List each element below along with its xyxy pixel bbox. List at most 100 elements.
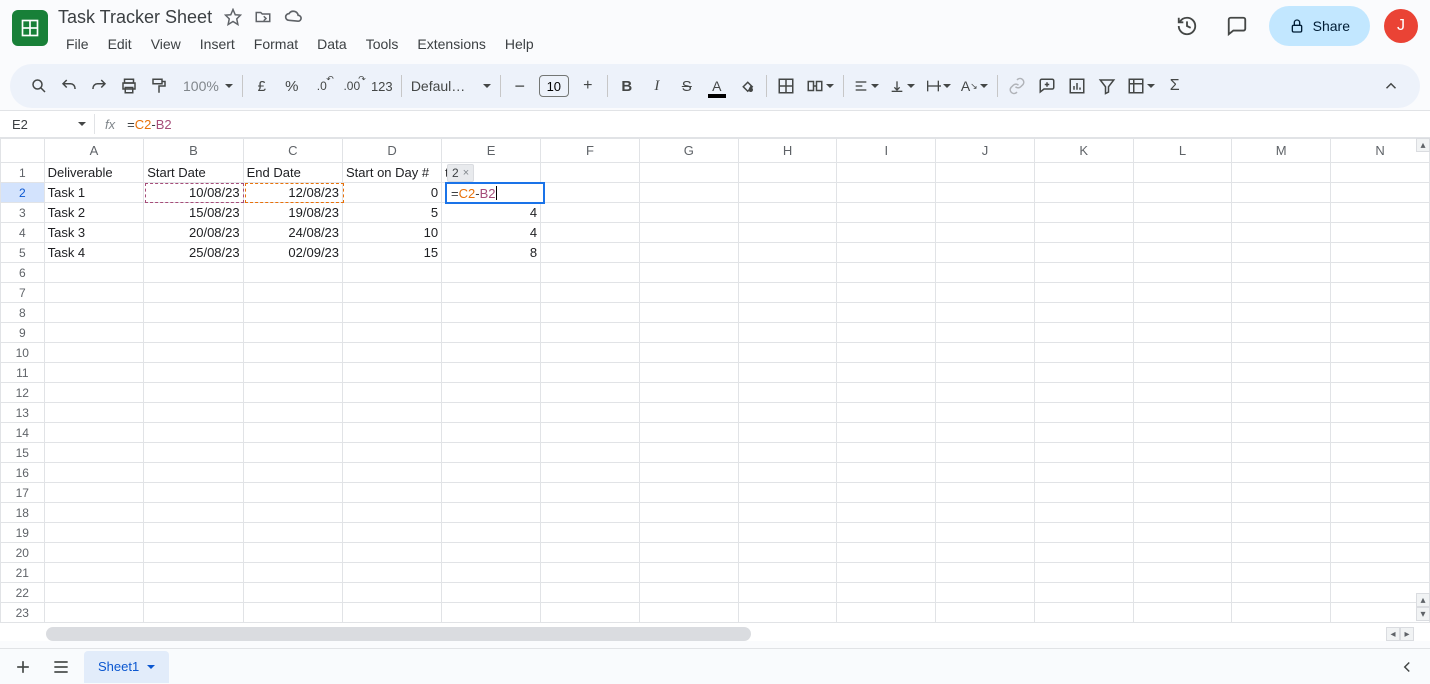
cell[interactable] <box>837 343 936 363</box>
menu-insert[interactable]: Insert <box>192 32 243 56</box>
col-header[interactable]: N <box>1331 139 1430 163</box>
cell[interactable] <box>738 223 837 243</box>
cell[interactable] <box>1034 183 1133 203</box>
cell[interactable] <box>1034 463 1133 483</box>
cell[interactable]: Start Date <box>144 163 243 183</box>
cell[interactable] <box>44 583 144 603</box>
cell[interactable] <box>541 183 640 203</box>
cell[interactable] <box>1232 483 1331 503</box>
redo-icon[interactable] <box>84 71 114 101</box>
cell[interactable] <box>442 483 541 503</box>
cell[interactable] <box>1034 243 1133 263</box>
cell[interactable] <box>144 563 243 583</box>
cell[interactable] <box>442 563 541 583</box>
cell[interactable] <box>936 503 1035 523</box>
cell[interactable] <box>1331 303 1430 323</box>
cell[interactable] <box>144 403 243 423</box>
cell[interactable] <box>639 183 738 203</box>
cell[interactable] <box>837 263 936 283</box>
col-header[interactable]: D <box>343 139 442 163</box>
cell[interactable] <box>1331 423 1430 443</box>
cell[interactable]: Task 2 <box>44 203 144 223</box>
cell[interactable] <box>639 603 738 623</box>
cell[interactable] <box>837 183 936 203</box>
cell[interactable] <box>738 383 837 403</box>
cell[interactable] <box>144 443 243 463</box>
cell[interactable] <box>936 563 1035 583</box>
cell[interactable] <box>44 363 144 383</box>
cell[interactable] <box>1133 163 1232 183</box>
cell[interactable] <box>1331 363 1430 383</box>
active-cell-editor[interactable]: =C2-B2 <box>445 182 545 204</box>
cell[interactable] <box>1331 503 1430 523</box>
cell[interactable] <box>639 523 738 543</box>
cell[interactable] <box>343 263 442 283</box>
cell[interactable] <box>837 363 936 383</box>
cell[interactable] <box>639 503 738 523</box>
cell[interactable] <box>936 183 1035 203</box>
cell[interactable] <box>936 583 1035 603</box>
cell[interactable] <box>442 283 541 303</box>
cell[interactable] <box>144 603 243 623</box>
cell[interactable] <box>738 343 837 363</box>
cell[interactable]: 20/08/23 <box>144 223 243 243</box>
cell[interactable] <box>1034 503 1133 523</box>
cell[interactable] <box>639 583 738 603</box>
cell[interactable] <box>1133 603 1232 623</box>
cell[interactable] <box>442 363 541 383</box>
font-selector[interactable]: Defaul… <box>406 71 496 101</box>
cell[interactable] <box>44 283 144 303</box>
row-header[interactable]: 19 <box>1 523 45 543</box>
sheets-app-icon[interactable] <box>12 10 48 46</box>
cell[interactable] <box>1232 503 1331 523</box>
cell[interactable]: Start on Day # <box>343 163 442 183</box>
row-header[interactable]: 7 <box>1 283 45 303</box>
cell[interactable] <box>1133 303 1232 323</box>
close-icon[interactable]: × <box>463 167 469 179</box>
cell[interactable] <box>442 423 541 443</box>
cloud-status-icon[interactable] <box>284 7 304 27</box>
cell[interactable]: 15/08/23 <box>144 203 243 223</box>
cell[interactable] <box>144 283 243 303</box>
cell[interactable] <box>1232 343 1331 363</box>
insert-comment-icon[interactable] <box>1032 71 1062 101</box>
cell[interactable]: 25/08/23 <box>144 243 243 263</box>
cell[interactable] <box>1232 183 1331 203</box>
cell[interactable] <box>144 503 243 523</box>
cell[interactable] <box>1331 543 1430 563</box>
spreadsheet-grid[interactable]: A B C D E F G H I J K L M N 1Deliverable… <box>0 138 1430 623</box>
cell[interactable] <box>1331 183 1430 203</box>
cell[interactable] <box>936 203 1035 223</box>
cell[interactable] <box>639 383 738 403</box>
cell[interactable] <box>541 343 640 363</box>
move-icon[interactable] <box>254 8 272 26</box>
cell[interactable] <box>639 483 738 503</box>
comments-icon[interactable] <box>1219 8 1255 44</box>
functions-button[interactable]: Σ <box>1160 71 1190 101</box>
cell[interactable] <box>243 403 342 423</box>
cell[interactable] <box>1034 423 1133 443</box>
cell[interactable] <box>1034 303 1133 323</box>
paint-format-icon[interactable] <box>144 71 174 101</box>
cell[interactable] <box>837 463 936 483</box>
cell[interactable] <box>442 343 541 363</box>
cell[interactable] <box>1034 363 1133 383</box>
cell[interactable] <box>541 443 640 463</box>
cell[interactable] <box>1034 203 1133 223</box>
cell[interactable] <box>243 383 342 403</box>
bold-button[interactable]: B <box>612 71 642 101</box>
cell[interactable] <box>541 203 640 223</box>
decrease-font-button[interactable]: − <box>505 71 535 101</box>
name-box[interactable]: E2 <box>0 117 94 132</box>
cell[interactable] <box>243 563 342 583</box>
cell[interactable] <box>442 523 541 543</box>
cell[interactable] <box>837 443 936 463</box>
cell[interactable] <box>1034 583 1133 603</box>
cell[interactable] <box>243 523 342 543</box>
cell[interactable] <box>144 323 243 343</box>
cell[interactable]: Task 4 <box>44 243 144 263</box>
cell[interactable] <box>541 583 640 603</box>
cell[interactable] <box>44 563 144 583</box>
cell[interactable]: 19/08/23 <box>243 203 342 223</box>
cell[interactable] <box>541 263 640 283</box>
